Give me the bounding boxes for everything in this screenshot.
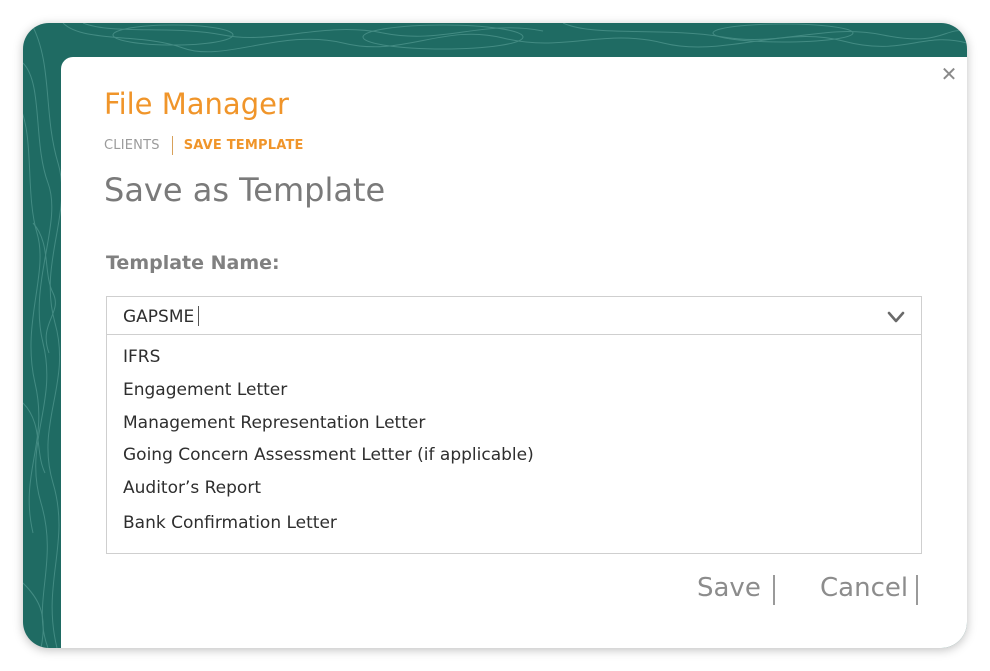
cancel-divider [916, 575, 918, 605]
file-manager-window: ✕ File Manager CLIENTS SAVE TEMPLATE Sav… [23, 23, 967, 648]
template-name-combobox: GAPSME IFRS Engagement Letter Management… [106, 296, 922, 554]
breadcrumb: CLIENTS SAVE TEMPLATE [104, 136, 304, 155]
template-name-input[interactable]: GAPSME [107, 297, 921, 335]
dialog-panel: ✕ File Manager CLIENTS SAVE TEMPLATE Sav… [61, 57, 967, 648]
template-name-label: Template Name: [106, 252, 280, 274]
option-management-representation-letter[interactable]: Management Representation Letter [123, 413, 425, 433]
option-ifrs[interactable]: IFRS [123, 347, 160, 367]
breadcrumb-save-template: SAVE TEMPLATE [183, 138, 304, 153]
option-going-concern-assessment-letter[interactable]: Going Concern Assessment Letter (if appl… [123, 445, 534, 465]
close-icon[interactable]: ✕ [938, 63, 960, 85]
template-name-value: GAPSME [123, 306, 200, 327]
option-engagement-letter[interactable]: Engagement Letter [123, 380, 287, 400]
option-bank-confirmation-letter[interactable]: Bank Confirmation Letter [123, 513, 337, 533]
breadcrumb-divider [171, 136, 173, 155]
cancel-button[interactable]: Cancel [820, 573, 908, 603]
page-title: Save as Template [104, 171, 386, 209]
option-auditors-report[interactable]: Auditor’s Report [123, 478, 261, 498]
chevron-down-icon[interactable] [886, 310, 906, 324]
breadcrumb-clients[interactable]: CLIENTS [104, 138, 160, 153]
text-caret [198, 306, 200, 326]
save-divider [773, 575, 775, 605]
save-button[interactable]: Save [697, 573, 761, 603]
app-title: File Manager [104, 87, 289, 121]
